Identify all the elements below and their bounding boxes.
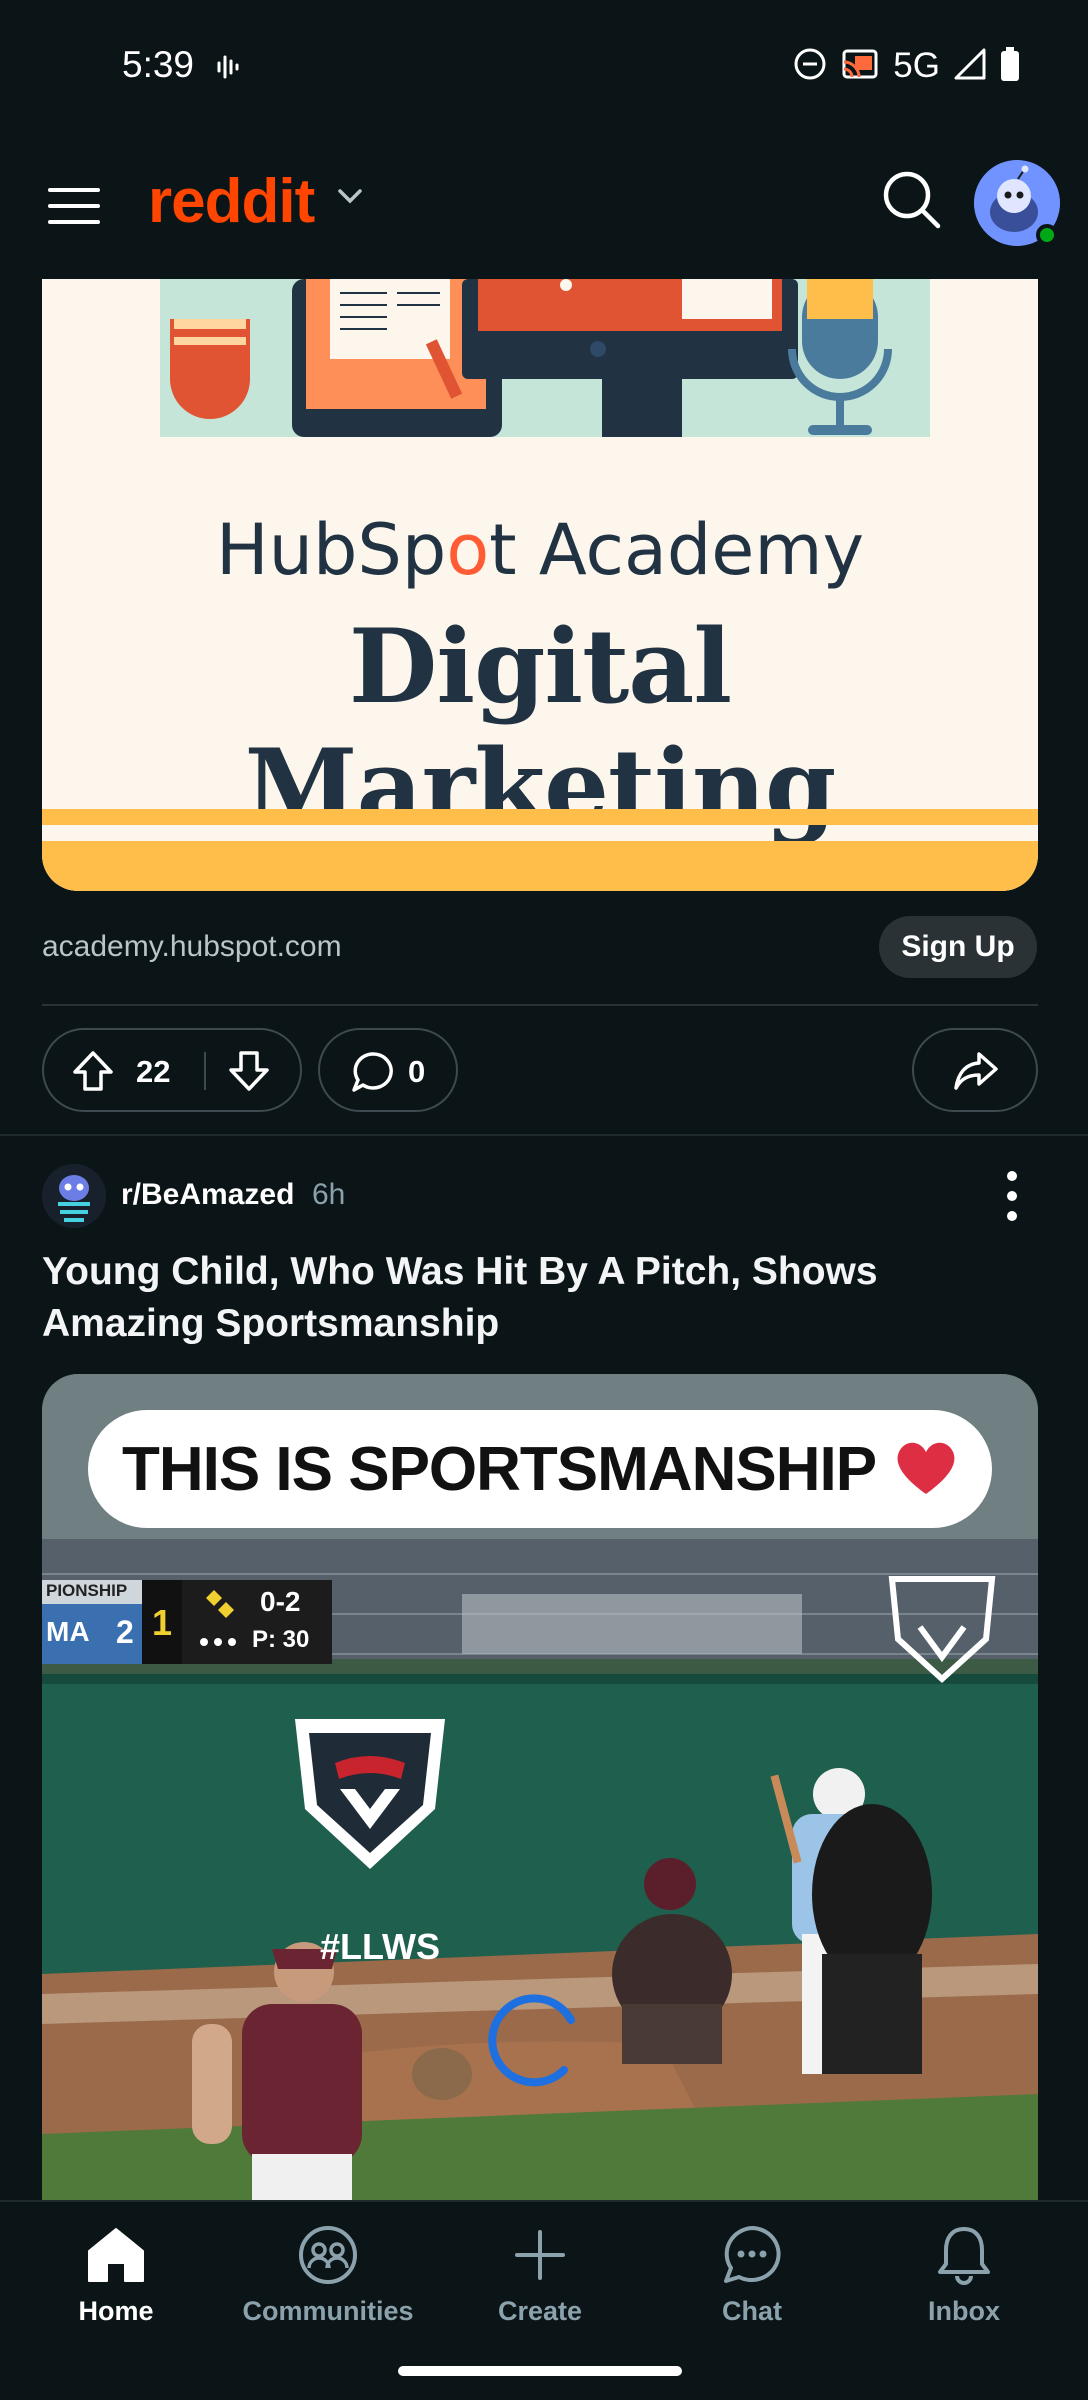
nav-label: Inbox <box>928 2296 1000 2326</box>
scoreboard-team: MA <box>46 1616 90 1647</box>
llws-wall-text: #LLWS <box>320 1926 441 1967</box>
share-icon <box>952 1048 1000 1099</box>
search-button[interactable] <box>880 168 944 232</box>
scoreboard-score: 2 <box>116 1614 134 1650</box>
ad-domain-link[interactable]: academy.hubspot.com <box>42 930 342 964</box>
ad-brand-suffix: t Academy <box>489 509 864 591</box>
comments-button[interactable]: 0 <box>318 1028 458 1112</box>
video-caption: THIS IS SPORTSMANSHIP <box>88 1410 992 1528</box>
ad-stripe <box>42 809 1038 825</box>
cast-icon <box>841 48 879 85</box>
scoreboard-count: 0-2 <box>260 1586 301 1617</box>
online-status-dot <box>1036 224 1058 246</box>
subreddit-name[interactable]: r/BeAmazed <box>121 1178 294 1212</box>
nav-inbox[interactable]: Inbox <box>864 2220 1064 2340</box>
home-icon <box>85 2220 147 2290</box>
status-icons: 5G <box>793 46 1020 86</box>
ad-image[interactable]: HubSpot Academy Digital Marketing <box>42 279 1038 891</box>
video-player[interactable]: THIS IS SPORTSMANSHIP PIONSHIP MA 2 1 0-… <box>42 1374 1038 2200</box>
chat-icon <box>721 2220 783 2290</box>
heart-icon <box>894 1438 958 1501</box>
share-button[interactable] <box>912 1028 1038 1112</box>
home-indicator[interactable] <box>398 2366 682 2376</box>
battery-icon <box>1000 46 1020 86</box>
upvote-button[interactable] <box>70 1048 116 1099</box>
video-caption-text: THIS IS SPORTSMANSHIP <box>121 1434 877 1504</box>
app-header: reddit <box>0 134 1088 279</box>
nav-label: Home <box>78 2296 154 2326</box>
communities-icon <box>297 2220 359 2290</box>
voice-activity-icon <box>216 52 242 87</box>
more-options-icon <box>1007 1171 1017 1221</box>
reddit-logo[interactable]: reddit <box>148 166 315 237</box>
subreddit-icon <box>42 1164 106 1228</box>
do-not-disturb-icon <box>793 47 827 86</box>
nav-label: Create <box>497 2296 583 2326</box>
nav-label: Communities <box>242 2296 414 2326</box>
network-type: 5G <box>893 46 940 85</box>
scoreboard-inning: 1 <box>152 1602 173 1643</box>
signal-icon <box>954 48 986 85</box>
scoreboard-overlay: PIONSHIP MA 2 1 0-2 P: 30 <box>42 1580 332 1664</box>
umpire-figure <box>812 1804 932 2074</box>
loading-spinner-icon <box>486 1990 586 2095</box>
ad-brand-prefix: HubSp <box>216 509 447 591</box>
post-separator <box>0 1134 1088 1136</box>
comment-count: 0 <box>408 1054 426 1089</box>
comment-icon <box>350 1050 394 1099</box>
vote-control: 22 <box>42 1028 302 1112</box>
nav-communities[interactable]: Communities <box>228 2220 428 2340</box>
scoreboard-label: PIONSHIP <box>46 1581 128 1600</box>
bell-icon <box>935 2220 993 2290</box>
ad-illustration <box>160 279 930 437</box>
nav-chat[interactable]: Chat <box>652 2220 852 2340</box>
post-title[interactable]: Young Child, Who Was Hit By A Pitch, Sho… <box>42 1246 1032 1350</box>
menu-button[interactable] <box>44 176 104 236</box>
status-time: 5:39 <box>122 44 195 85</box>
upvote-icon <box>73 1051 113 1091</box>
divider <box>42 1004 1038 1006</box>
status-bar: 5:39 5G <box>0 0 1088 134</box>
nav-home[interactable]: Home <box>16 2220 216 2340</box>
plus-icon <box>513 2220 567 2290</box>
sign-up-button[interactable]: Sign Up <box>879 916 1037 978</box>
downvote-button[interactable] <box>226 1048 272 1099</box>
hubspot-sprocket-icon: o <box>446 509 490 591</box>
scoreboard-pitches: P: 30 <box>252 1626 310 1653</box>
ad-brand: HubSpot Academy <box>42 509 1038 591</box>
vote-separator <box>204 1052 206 1090</box>
nav-create[interactable]: Create <box>440 2220 640 2340</box>
ad-stripe <box>42 841 1038 891</box>
vote-count: 22 <box>136 1054 171 1089</box>
nav-label: Chat <box>722 2296 782 2326</box>
post-age: 6h <box>312 1178 346 1211</box>
feed-switcher-chevron-icon[interactable] <box>336 186 364 211</box>
search-icon <box>883 171 941 229</box>
post-overflow-menu-button[interactable] <box>1000 1168 1024 1224</box>
downvote-icon <box>229 1051 269 1091</box>
subreddit-avatar[interactable] <box>42 1164 106 1228</box>
hamburger-menu-icon <box>48 188 100 224</box>
